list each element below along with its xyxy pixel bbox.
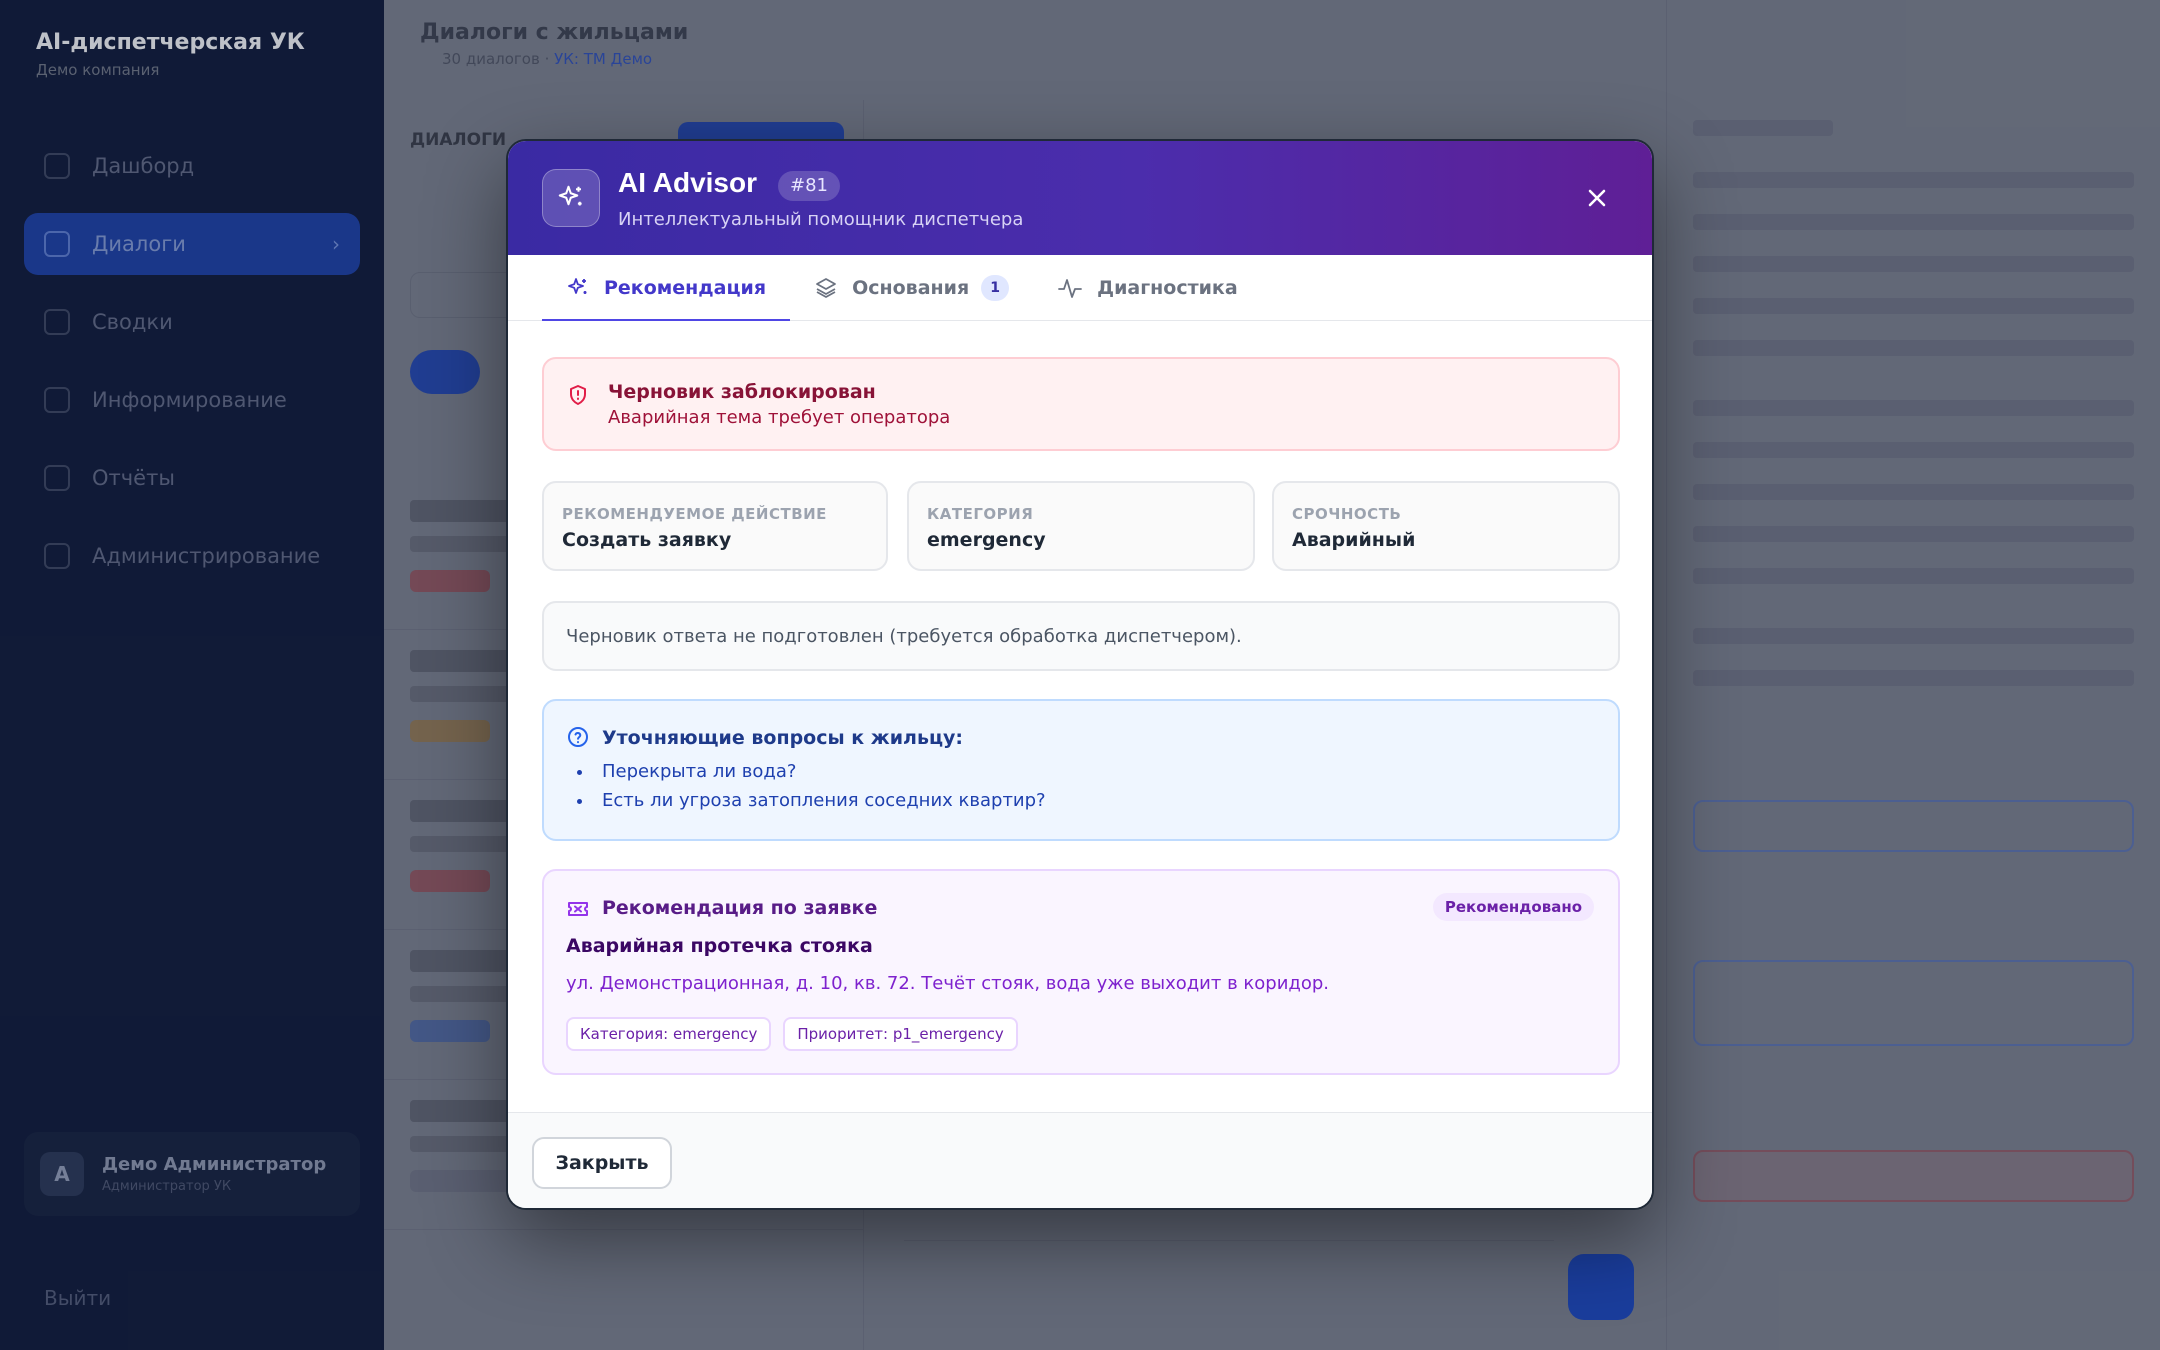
action-card: РЕКОМЕНДУЕМОЕ ДЕЙСТВИЕ Создать заявку	[542, 481, 888, 571]
draft-blocked-alert: Черновик заблокирован Аварийная тема тре…	[542, 357, 1620, 451]
card-value: emergency	[927, 529, 1046, 551]
list-item: Перекрыта ли вода?	[594, 761, 1046, 782]
alert-title: Черновик заблокирован	[608, 381, 876, 403]
card-label: СРОЧНОСТЬ	[1292, 505, 1402, 523]
tab-grounds[interactable]: Основания 1	[790, 255, 1033, 321]
layers-icon	[816, 278, 836, 298]
ticket-icon	[566, 897, 590, 925]
close-button[interactable]: Закрыть	[532, 1137, 672, 1189]
dialog-id-badge: #81	[778, 171, 840, 201]
ticket-heading: Аварийная протечка стояка	[566, 935, 873, 957]
clarifying-questions: Уточняющие вопросы к жильцу: Перекрыта л…	[542, 699, 1620, 841]
urgency-card: СРОЧНОСТЬ Аварийный	[1272, 481, 1620, 571]
recommendation-title: Рекомендация по заявке	[602, 897, 878, 919]
modal-tabs: Рекомендация Основания 1 Диагностика	[508, 255, 1652, 322]
modal-subtitle: Интеллектуальный помощник диспетчера	[618, 209, 1024, 230]
ticket-chips: Категория: emergency Приоритет: p1_emerg…	[566, 1017, 1030, 1051]
sparkles-icon	[542, 169, 600, 227]
help-circle-icon	[566, 725, 590, 753]
modal-header: AI Advisor #81 Интеллектуальный помощник…	[508, 141, 1652, 255]
modal-footer: Закрыть	[508, 1112, 1652, 1208]
modal-body: Черновик заблокирован Аварийная тема тре…	[508, 321, 1652, 1116]
close-icon[interactable]	[1580, 181, 1614, 215]
questions-list: Перекрыта ли вода? Есть ли угроза затопл…	[594, 761, 1046, 819]
status-badge: Рекомендовано	[1432, 893, 1594, 921]
tab-diagnostics[interactable]: Диагностика	[1033, 255, 1261, 321]
priority-chip: Приоритет: p1_emergency	[783, 1017, 1018, 1051]
tab-count-badge: 1	[981, 275, 1010, 301]
shield-alert-icon	[566, 383, 590, 411]
modal-title: AI Advisor	[618, 167, 757, 198]
category-card: КАТЕГОРИЯ emergency	[907, 481, 1255, 571]
sparkles-icon	[568, 278, 587, 294]
tab-recommendation[interactable]: Рекомендация	[542, 255, 791, 322]
ticket-description: ул. Демонстрационная, д. 10, кв. 72. Теч…	[566, 973, 1330, 994]
card-value: Создать заявку	[562, 529, 732, 551]
questions-title: Уточняющие вопросы к жильцу:	[602, 727, 964, 749]
activity-icon	[1058, 279, 1083, 298]
category-chip: Категория: emergency	[566, 1017, 772, 1051]
card-label: КАТЕГОРИЯ	[927, 505, 1034, 523]
ticket-recommendation: Рекомендация по заявке Рекомендовано Ава…	[542, 869, 1620, 1075]
card-label: РЕКОМЕНДУЕМОЕ ДЕЙСТВИЕ	[562, 505, 827, 523]
ai-advisor-modal: AI Advisor #81 Интеллектуальный помощник…	[506, 139, 1654, 1210]
card-value: Аварийный	[1292, 529, 1416, 551]
list-item: Есть ли угроза затопления соседних кварт…	[594, 790, 1046, 811]
draft-notice: Черновик ответа не подготовлен (требуетс…	[542, 601, 1620, 671]
alert-text: Аварийная тема требует оператора	[608, 407, 951, 428]
